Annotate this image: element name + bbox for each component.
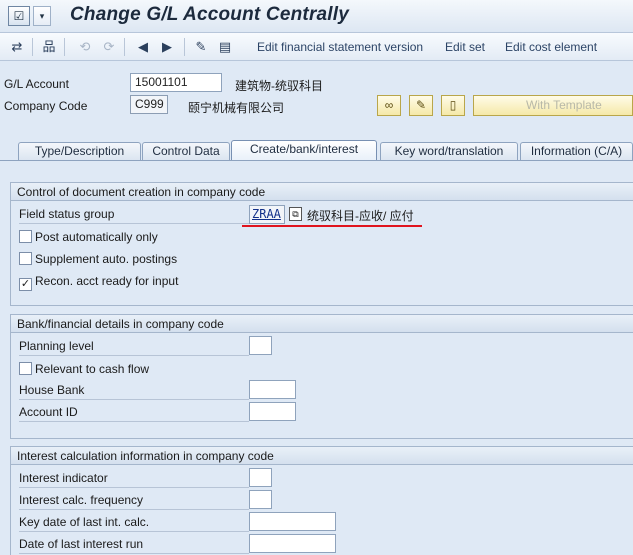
cash-flow-label: Relevant to cash flow	[35, 362, 150, 376]
supplement-row: Supplement auto. postings	[19, 250, 177, 268]
last-run-input[interactable]	[249, 534, 336, 553]
cash-flow-row: Relevant to cash flow	[19, 360, 149, 378]
account-id-input[interactable]	[249, 402, 296, 421]
gl-account-field[interactable]: 15001101	[130, 73, 222, 92]
bank-details-group: Bank/financial details in company code P…	[10, 314, 633, 439]
glasses-icon[interactable]: ∞	[377, 95, 401, 116]
with-template-button[interactable]: With Template	[473, 95, 633, 116]
group-title: Interest calculation information in comp…	[11, 447, 633, 465]
field-status-group-field[interactable]: ZRAA	[249, 205, 285, 224]
gl-account-description: 建筑物-统驭科目	[235, 79, 323, 93]
post-auto-checkbox[interactable]	[19, 230, 32, 243]
field-status-group-label: Field status group	[19, 206, 249, 224]
interest-frequency-input[interactable]	[249, 490, 272, 509]
hierarchy-icon[interactable]: 品	[40, 38, 58, 56]
copy-icon[interactable]: ⧉	[289, 207, 302, 221]
red-underline-annotation	[242, 225, 422, 227]
recon-row: ✓ Recon. acct ready for input	[19, 272, 179, 291]
menu-icon[interactable]: ☑	[8, 6, 30, 26]
supplement-checkbox[interactable]	[19, 252, 32, 265]
field-status-group-description: 统驭科目-应收/ 应付	[307, 209, 414, 223]
group-body: Interest indicator Interest calc. freque…	[11, 465, 633, 555]
key-date-label: Key date of last int. calc.	[19, 514, 249, 532]
doc-creation-group: Control of document creation in company …	[10, 182, 633, 306]
new-document-icon[interactable]: ▯	[441, 95, 465, 116]
post-auto-label: Post automatically only	[35, 230, 158, 244]
tab-create-bank-interest[interactable]: Create/bank/interest	[231, 140, 377, 161]
tab-key-word-translation[interactable]: Key word/translation	[380, 142, 518, 161]
company-code-description: 颐宁机械有限公司	[188, 101, 285, 115]
account-id-label: Account ID	[19, 404, 249, 422]
post-auto-row: Post automatically only	[19, 228, 158, 246]
group-body: Field status group ZRAA ⧉ 统驭科目-应收/ 应付 Po…	[11, 201, 633, 307]
edit-set-link[interactable]: Edit set	[445, 40, 485, 54]
supplement-label: Supplement auto. postings	[35, 252, 178, 266]
application-toolbar: ⇄ 品 ⟲ ⟳ ◀ ▶ ✎ ▤ Edit financial statement…	[0, 33, 633, 61]
toolbar-separator	[184, 38, 185, 56]
tab-strip: Type/Description Control Data Create/ban…	[0, 140, 633, 161]
interest-indicator-label: Interest indicator	[19, 470, 249, 488]
recon-label: Recon. acct ready for input	[35, 274, 179, 288]
page-title: Change G/L Account Centrally	[70, 4, 350, 25]
house-bank-label: House Bank	[19, 382, 249, 400]
group-title: Bank/financial details in company code	[11, 315, 633, 333]
planning-level-label: Planning level	[19, 338, 249, 356]
link-icon: ⟲	[79, 39, 91, 54]
last-run-label: Date of last interest run	[19, 536, 249, 554]
group-title: Control of document creation in company …	[11, 183, 633, 201]
key-date-input[interactable]	[249, 512, 336, 531]
tab-control-data[interactable]: Control Data	[142, 142, 230, 161]
next-icon[interactable]: ▶	[158, 38, 176, 56]
toolbar-separator	[124, 38, 125, 56]
edit-icon[interactable]: ✎	[192, 38, 210, 56]
edit-cost-element-link[interactable]: Edit cost element	[505, 40, 597, 54]
cash-flow-checkbox[interactable]	[19, 362, 32, 375]
tab-content: Control of document creation in company …	[0, 161, 633, 555]
title-bar: ☑ ▾ Change G/L Account Centrally	[0, 0, 633, 33]
house-bank-input[interactable]	[249, 380, 296, 399]
unlink-icon: ⟳	[103, 39, 115, 54]
interest-calc-group: Interest calculation information in comp…	[10, 446, 633, 555]
toolbar-separator	[64, 38, 65, 56]
chevron-down-icon[interactable]: ▾	[33, 6, 51, 26]
pencil-icon[interactable]: ✎	[409, 95, 433, 116]
group-body: Planning level Relevant to cash flow Hou…	[11, 333, 633, 440]
interest-indicator-input[interactable]	[249, 468, 272, 487]
display-change-icon[interactable]: ⇄	[8, 38, 26, 56]
recon-checkbox[interactable]: ✓	[19, 278, 32, 291]
previous-icon[interactable]: ◀	[134, 38, 152, 56]
gl-account-label: G/L Account	[4, 77, 69, 91]
tab-information-ca[interactable]: Information (C/A)	[520, 142, 633, 161]
document-icon[interactable]: ▤	[216, 38, 234, 56]
company-code-label: Company Code	[4, 99, 88, 113]
tab-type-description[interactable]: Type/Description	[18, 142, 141, 161]
interest-frequency-label: Interest calc. frequency	[19, 492, 249, 510]
edit-fs-version-link[interactable]: Edit financial statement version	[257, 40, 423, 54]
planning-level-input[interactable]	[249, 336, 272, 355]
toolbar-separator	[32, 38, 33, 56]
company-code-field[interactable]: C999	[130, 95, 168, 114]
